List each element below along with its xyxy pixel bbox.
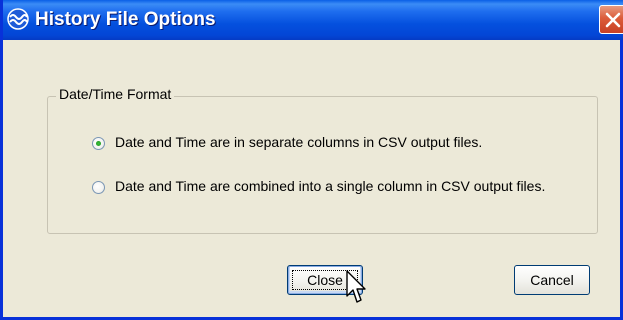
dialog-window: History File Options Date/Time Format Da…	[0, 0, 623, 320]
radio-combined-column-label[interactable]: Date and Time are combined into a single…	[115, 178, 545, 194]
window-title: History File Options	[35, 9, 216, 30]
close-x-icon	[605, 12, 621, 28]
wave-icon	[7, 8, 29, 30]
cancel-button[interactable]: Cancel	[514, 265, 590, 295]
radio-separate-columns[interactable]	[92, 137, 105, 150]
group-label: Date/Time Format	[56, 86, 175, 102]
mouse-pointer-icon	[346, 270, 366, 303]
radio-selected-dot	[96, 141, 101, 146]
cancel-button-label: Cancel	[530, 272, 574, 288]
date-time-format-group	[47, 96, 598, 234]
radio-combined-column[interactable]	[92, 181, 105, 194]
title-bar[interactable]: History File Options	[3, 0, 623, 40]
window-close-button[interactable]	[599, 5, 623, 34]
radio-separate-columns-label[interactable]: Date and Time are in separate columns in…	[115, 134, 482, 150]
